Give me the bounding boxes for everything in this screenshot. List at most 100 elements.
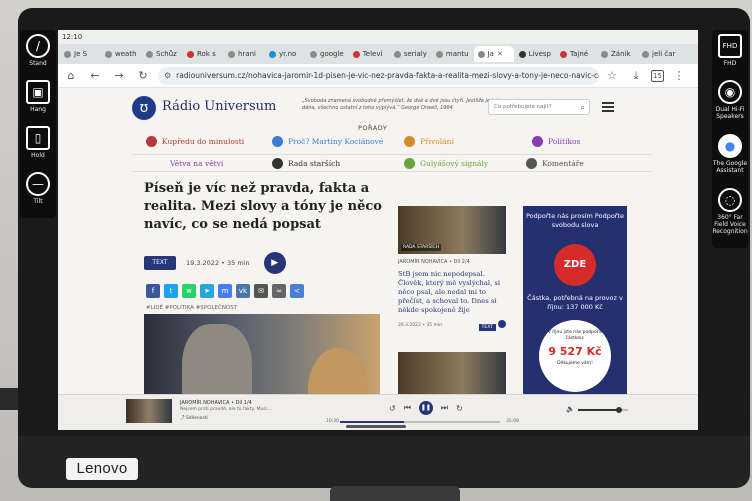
address-bar[interactable]: ⚙ radiouniversum.cz/nohavica-jaromir-1d-… <box>158 66 599 85</box>
browser-tab[interactable]: Rok s <box>183 46 223 62</box>
browser-toolbar: ⌂ ← → ↻ ⚙ radiouniversum.cz/nohavica-jar… <box>58 64 698 88</box>
browser-tab[interactable]: Je S <box>60 46 100 62</box>
browser-tab[interactable]: serialy <box>390 46 431 62</box>
forward-icon[interactable]: → <box>110 67 128 85</box>
tab-label: google <box>320 50 344 58</box>
player-progress-bar[interactable] <box>340 421 500 423</box>
rail-hold-label: Hold <box>31 152 45 159</box>
messenger-icon[interactable]: m <box>218 284 232 298</box>
show-link[interactable]: Komentáře <box>526 157 584 169</box>
stand-icon: / <box>26 34 50 58</box>
tab-label: Televi <box>362 50 383 58</box>
radio-universum-logo-icon[interactable]: ʊ <box>132 96 156 120</box>
browser-tab[interactable]: yr.no <box>265 46 305 62</box>
site-info-icon[interactable]: ⚙ <box>164 71 171 80</box>
show-label: Politikos <box>548 136 581 146</box>
rewind-icon[interactable]: ↺ <box>389 404 396 413</box>
bookmark-star-icon[interactable]: ☆ <box>603 67 621 85</box>
browser-tab[interactable]: hrani <box>224 46 264 62</box>
volume-slider[interactable] <box>578 407 628 413</box>
browser-tab[interactable]: Zánik <box>597 46 637 62</box>
related-article-image: RADA STARŠÍCH <box>398 206 506 254</box>
voice-icon: ◌ <box>718 188 742 212</box>
tablet-screen: 12:10 Je S weath Schůz Rok s hrani yr.no… <box>58 30 698 430</box>
gesture-nav-handle[interactable] <box>346 425 406 428</box>
search-input[interactable]: Co potřebujete najít? ⌕ <box>488 99 590 115</box>
tab-label: mantu <box>445 50 469 58</box>
rail-fhd-label: FHD <box>723 60 737 67</box>
show-icon <box>404 135 415 147</box>
pause-button[interactable]: ❚❚ <box>418 401 433 415</box>
menu-icon[interactable]: ⋮ <box>670 67 688 85</box>
rail-voice-label: 360° Far Field Voice Recognition <box>712 214 748 235</box>
facebook-icon[interactable]: f <box>146 284 160 298</box>
forward-icon[interactable]: ↻ <box>456 404 463 413</box>
link-icon[interactable]: ∞ <box>272 284 286 298</box>
browser-tab[interactable]: google <box>306 46 348 62</box>
show-link[interactable]: Proč? Martiny Kociánové <box>272 135 383 147</box>
email-icon[interactable]: ✉ <box>254 284 268 298</box>
tab-label: weath <box>115 50 137 58</box>
volume-knob[interactable] <box>616 407 622 413</box>
related-article-card[interactable]: RADA STARŠÍCH JAROMÍR NOHAVICA • Díl 2/4… <box>398 206 506 331</box>
hamburger-menu-icon[interactable] <box>602 102 614 112</box>
browser-tab[interactable]: Tajné <box>556 46 596 62</box>
browser-tab[interactable]: Schůz <box>142 46 182 62</box>
show-icon <box>272 157 283 169</box>
telegram-icon[interactable]: ➤ <box>200 284 214 298</box>
home-icon[interactable]: ⌂ <box>62 67 80 85</box>
show-link[interactable]: Kupředu do minulosti <box>146 135 244 147</box>
close-icon[interactable]: ✕ <box>497 50 503 58</box>
browser-tab[interactable]: weath <box>101 46 141 62</box>
tab-label: Tajné <box>570 50 589 58</box>
browser-tab[interactable]: jeli čar <box>638 46 679 62</box>
vk-icon[interactable]: vk <box>236 284 250 298</box>
show-icon <box>404 157 415 169</box>
browser-tab[interactable]: Televi <box>349 46 389 62</box>
previous-icon[interactable]: ⏮ <box>404 403 411 413</box>
search-icon[interactable]: ⌕ <box>581 101 585 115</box>
related-article-author: JAROMÍR NOHAVICA • Díl 2/4 <box>398 259 470 265</box>
tab-favicon-icon <box>269 50 276 58</box>
donate-button[interactable]: ZDE <box>554 244 596 286</box>
show-link[interactable]: Gulyášový signály <box>404 157 488 169</box>
reload-icon[interactable]: ↻ <box>134 67 152 85</box>
status-bar: 12:10 <box>58 30 698 44</box>
browser-tab[interactable]: mantu <box>432 46 473 62</box>
related-article-footer: 26.3.2022 • 35 min TEXT <box>398 320 506 331</box>
related-text-tag[interactable]: TEXT <box>478 324 496 331</box>
tab-label: Livesp <box>528 50 551 58</box>
tab-favicon-icon <box>352 50 360 58</box>
browser-tab[interactable]: Livesp <box>515 46 555 62</box>
rail-voice: ◌ 360° Far Field Voice Recognition <box>712 184 748 244</box>
browser-tab-active[interactable]: Ja ✕ <box>473 46 514 62</box>
play-button[interactable]: ▶ <box>263 252 286 274</box>
player-share[interactable]: ⤴ Sdílenosti <box>180 415 208 421</box>
text-tag-button[interactable]: TEXT <box>144 256 176 270</box>
site-name[interactable]: Rádio Universum <box>162 99 276 114</box>
related-article-title[interactable]: StB jsem nic nepodepsal. Člověk, který m… <box>398 270 506 315</box>
tab-count[interactable]: 15 <box>651 69 664 82</box>
donation-progress-label: V říjnu jste nás podpořili částkou: <box>547 330 603 341</box>
show-link[interactable]: Rada starších <box>272 157 340 169</box>
twitter-icon[interactable]: t <box>164 284 178 298</box>
show-link[interactable]: Přivolání <box>404 135 454 147</box>
next-icon[interactable]: ⏭ <box>441 403 448 413</box>
donation-banner[interactable]: Podpořte nás prosím Podpořte svobodu slo… <box>523 206 627 418</box>
donation-progress: V říjnu jste nás podpořili částkou: 9 52… <box>539 320 611 392</box>
back-icon[interactable]: ← <box>86 67 104 85</box>
download-icon[interactable]: ⤓ <box>627 67 645 85</box>
donation-progress-value: 9 527 Kč <box>548 345 602 358</box>
site-quote: „Svoboda znamená svobodně přemýšlet, že … <box>302 98 502 111</box>
volume-icon[interactable]: 🔈 <box>566 405 575 413</box>
search-placeholder: Co potřebujete najít? <box>494 104 552 110</box>
show-link[interactable]: Větva na větvi <box>170 159 223 168</box>
tab-favicon-icon <box>187 50 194 58</box>
tilt-icon: — <box>26 172 50 196</box>
related-article-badge: RADA STARŠÍCH <box>401 244 442 251</box>
show-link[interactable]: Politikos <box>532 135 581 147</box>
sharethis-icon[interactable]: < <box>290 284 304 298</box>
player-current-time: 10:30 <box>326 419 339 424</box>
related-play-icon[interactable] <box>498 320 506 328</box>
whatsapp-icon[interactable]: w <box>182 284 196 298</box>
